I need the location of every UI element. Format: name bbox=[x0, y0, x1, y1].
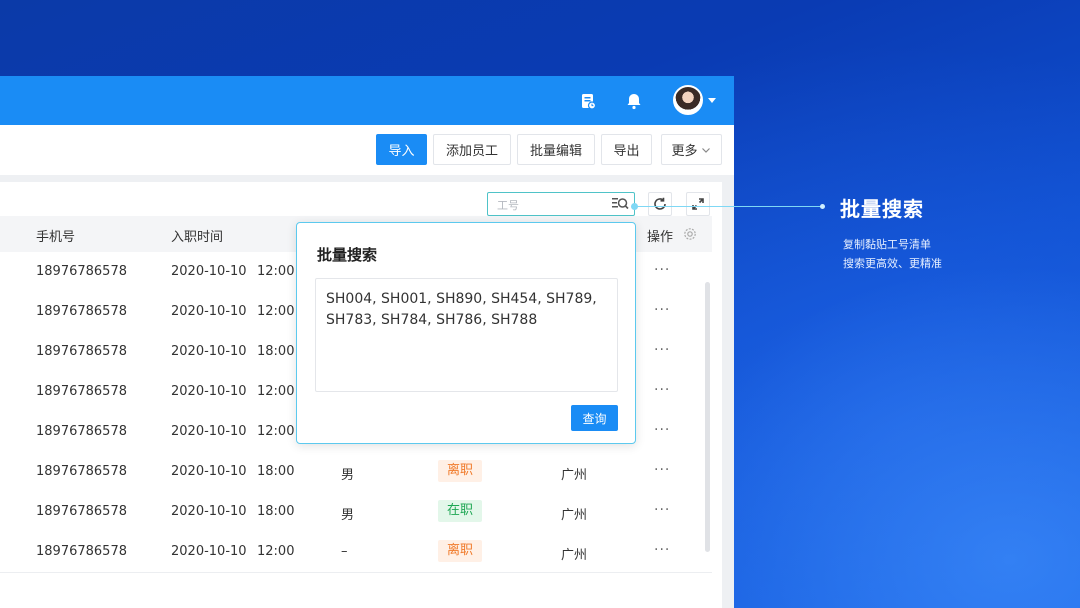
feature-title: 批量搜索 bbox=[840, 197, 924, 221]
cell-phone: 18976786578 bbox=[36, 304, 127, 319]
cell-gender: – bbox=[341, 544, 348, 559]
cell-hire-time: 12:00 bbox=[257, 544, 295, 559]
search-input[interactable]: 工号 bbox=[487, 192, 635, 216]
row-more-actions-button[interactable]: ··· bbox=[654, 422, 670, 438]
table-scrollbar[interactable] bbox=[705, 282, 710, 552]
cell-phone: 18976786578 bbox=[36, 344, 127, 359]
more-dropdown[interactable]: 更多 bbox=[661, 134, 722, 165]
cell-hire-date: 2020-10-10 bbox=[171, 504, 247, 519]
cell-hire-time: 12:00 bbox=[257, 304, 295, 319]
cell-phone: 18976786578 bbox=[36, 464, 127, 479]
cell-phone: 18976786578 bbox=[36, 544, 127, 559]
table-row[interactable]: 18976786578 2020-10-10 18:00 男 离职 广州 ··· bbox=[0, 452, 712, 493]
search-placeholder: 工号 bbox=[497, 199, 519, 212]
cell-hire-date: 2020-10-10 bbox=[171, 344, 247, 359]
cell-hire-date: 2020-10-10 bbox=[171, 544, 247, 559]
cell-hire-time: 18:00 bbox=[257, 504, 295, 519]
query-button[interactable]: 查询 bbox=[571, 405, 618, 431]
user-avatar[interactable] bbox=[673, 85, 703, 115]
more-label: 更多 bbox=[671, 144, 698, 159]
fullscreen-icon[interactable] bbox=[686, 192, 710, 216]
table-row[interactable]: 18976786578 2020-10-10 12:00 – 离职 广州 ··· bbox=[0, 532, 712, 573]
cell-phone: 18976786578 bbox=[36, 504, 127, 519]
batch-search-icon[interactable] bbox=[611, 196, 629, 216]
cell-phone: 18976786578 bbox=[36, 384, 127, 399]
row-more-actions-button[interactable]: ··· bbox=[654, 342, 670, 358]
row-more-actions-button[interactable]: ··· bbox=[654, 382, 670, 398]
status-badge: 在职 bbox=[438, 500, 483, 522]
cell-city: 广州 bbox=[561, 468, 588, 483]
cell-hire-date: 2020-10-10 bbox=[171, 304, 247, 319]
add-employee-button[interactable]: 添加员工 bbox=[433, 134, 511, 165]
action-toolbar: 导入 添加员工 批量编辑 导出 更多 bbox=[0, 125, 734, 175]
column-phone[interactable]: 手机号 bbox=[36, 226, 75, 245]
cell-hire-date: 2020-10-10 bbox=[171, 424, 247, 439]
cell-phone: 18976786578 bbox=[36, 424, 127, 439]
cell-hire-time: 18:00 bbox=[257, 344, 295, 359]
cell-gender: 男 bbox=[341, 468, 355, 483]
column-actions: 操作 bbox=[647, 230, 674, 245]
cell-hire-time: 12:00 bbox=[257, 424, 295, 439]
top-bar bbox=[0, 76, 734, 125]
cell-hire-date: 2020-10-10 bbox=[171, 264, 247, 279]
connector-end-dot bbox=[820, 204, 825, 209]
status-badge: 离职 bbox=[438, 460, 483, 482]
settings-icon[interactable] bbox=[683, 226, 697, 245]
row-more-actions-button[interactable]: ··· bbox=[654, 502, 670, 518]
import-button[interactable]: 导入 bbox=[376, 134, 427, 165]
cell-gender: 男 bbox=[341, 508, 355, 523]
table-row[interactable]: 18976786578 2020-10-10 18:00 男 在职 广州 ··· bbox=[0, 492, 712, 533]
feature-desc-line-1: 复制黏贴工号清单 bbox=[843, 238, 931, 251]
batch-edit-button[interactable]: 批量编辑 bbox=[517, 134, 595, 165]
cell-hire-time: 12:00 bbox=[257, 384, 295, 399]
status-badge: 离职 bbox=[438, 540, 483, 562]
cell-hire-time: 18:00 bbox=[257, 464, 295, 479]
chevron-down-icon[interactable] bbox=[708, 98, 716, 103]
cell-hire-time: 12:00 bbox=[257, 264, 295, 279]
feature-description: 复制黏贴工号清单 搜索更高效、更精准 bbox=[843, 235, 942, 273]
chevron-down-icon bbox=[701, 147, 710, 153]
batch-search-popup: 批量搜索 SH004, SH001, SH890, SH454, SH789, … bbox=[296, 222, 636, 444]
export-button[interactable]: 导出 bbox=[601, 134, 652, 165]
feature-desc-line-2: 搜索更高效、更精准 bbox=[843, 257, 942, 270]
document-icon[interactable] bbox=[577, 90, 599, 112]
row-more-actions-button[interactable]: ··· bbox=[654, 302, 670, 318]
cell-city: 广州 bbox=[561, 508, 588, 523]
column-hire-date[interactable]: 入职时间 bbox=[171, 226, 223, 245]
row-more-actions-button[interactable]: ··· bbox=[654, 462, 670, 478]
cell-hire-date: 2020-10-10 bbox=[171, 464, 247, 479]
cell-hire-date: 2020-10-10 bbox=[171, 384, 247, 399]
row-more-actions-button[interactable]: ··· bbox=[654, 262, 670, 278]
batch-search-textarea[interactable]: SH004, SH001, SH890, SH454, SH789, SH783… bbox=[315, 278, 618, 392]
popup-title: 批量搜索 bbox=[317, 246, 378, 264]
bell-icon[interactable] bbox=[623, 90, 645, 112]
connector-line bbox=[634, 206, 824, 207]
cell-phone: 18976786578 bbox=[36, 264, 127, 279]
row-more-actions-button[interactable]: ··· bbox=[654, 542, 670, 558]
cell-city: 广州 bbox=[561, 548, 588, 563]
refresh-icon[interactable] bbox=[648, 192, 672, 216]
